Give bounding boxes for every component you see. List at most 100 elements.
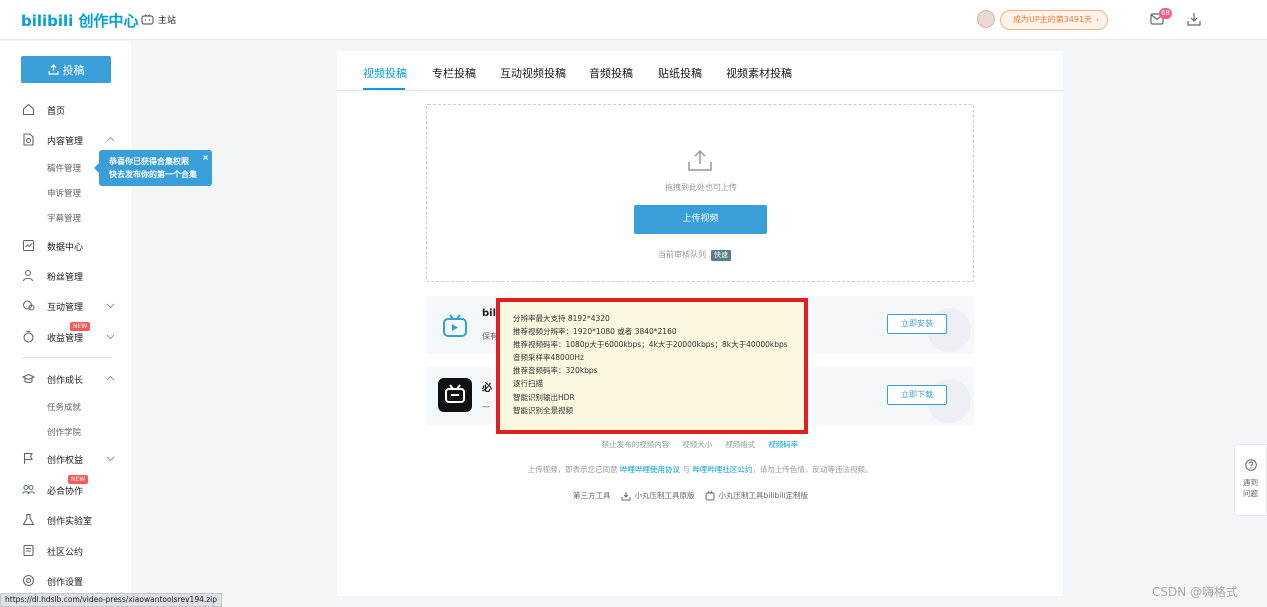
- sidebar-item-label: 互动管理: [47, 303, 84, 313]
- promo-desc: 一: [482, 403, 490, 412]
- bcut-tv-icon: [445, 384, 465, 403]
- sidebar-item-label: 创作设置: [47, 578, 84, 588]
- sidebar-item-convention[interactable]: 社区公约: [0, 539, 131, 561]
- document-icon: [23, 133, 34, 146]
- home-link-label: 主站: [158, 16, 177, 26]
- money-bag-icon: [23, 330, 34, 343]
- tooltip-line: 智能识别输出HDR: [513, 392, 575, 402]
- home-icon: [22, 103, 35, 116]
- link-video-bitrate[interactable]: 视频码率: [768, 439, 798, 450]
- tab-sticker[interactable]: 贴纸投稿: [658, 65, 702, 81]
- sidebar-item-home[interactable]: 首页: [0, 98, 131, 120]
- help-button[interactable]: 遇到 问题: [1234, 444, 1267, 516]
- flask-icon: [22, 513, 35, 526]
- link-video-size[interactable]: 视频大小: [682, 439, 712, 450]
- chevron-right-icon: ›: [1095, 15, 1099, 24]
- queue-status-badge: 快速: [711, 250, 731, 261]
- chevron-up-icon: [106, 136, 115, 142]
- tab-video-material[interactable]: 视频素材投稿: [726, 65, 792, 81]
- sidebar-divider: [22, 357, 112, 358]
- sidebar-item-rights[interactable]: 创作权益: [0, 447, 131, 469]
- close-icon[interactable]: ×: [202, 151, 209, 164]
- sidebar-item-settings[interactable]: 创作设置: [0, 569, 131, 591]
- promo-title: 必: [482, 383, 492, 394]
- browser-status-bar: https://dl.hdslb.com/video-press/xiaowan…: [0, 593, 223, 607]
- sidebar-item-label: 首页: [47, 107, 66, 117]
- help-label: 问题: [1243, 489, 1258, 498]
- sidebar-item-label: 收益管理: [47, 334, 84, 344]
- chart-icon: [22, 239, 35, 252]
- avatar[interactable]: [977, 10, 995, 28]
- review-queue: 当前审核队列 快速: [658, 249, 731, 261]
- upload-icon: [688, 149, 712, 171]
- notebook-icon: [23, 544, 34, 557]
- csdn-watermark: CSDN @嗨格式: [1152, 585, 1239, 599]
- download-icon[interactable]: [1187, 12, 1201, 26]
- sidebar-item-label: 创作实验室: [47, 517, 93, 527]
- active-tab-indicator: [363, 88, 405, 90]
- upload-video-button[interactable]: 上传视频: [634, 205, 767, 234]
- sidebar-item-fans[interactable]: 粉丝管理: [0, 264, 131, 286]
- drop-hint: 拖拽到此处也可上传: [665, 183, 737, 192]
- sidebar-item-data[interactable]: 数据中心: [0, 234, 131, 256]
- tip-line: 快去发布你的第一个合集: [109, 170, 197, 179]
- message-count-badge: 68: [1159, 8, 1172, 19]
- link-prohibited-content[interactable]: 禁止发布的视频内容: [602, 439, 670, 450]
- tab-interactive-video[interactable]: 互动视频投稿: [500, 65, 566, 81]
- tv-icon: [705, 490, 714, 500]
- tooltip-line: 智能识别全景视频: [513, 405, 573, 415]
- up-days-pill[interactable]: 成为UP主的第3491天 ›: [1000, 10, 1108, 30]
- upload-button[interactable]: 投稿: [21, 56, 111, 83]
- download-button[interactable]: 立即下载: [887, 385, 947, 405]
- sidebar-item-lab[interactable]: 创作实验室: [0, 508, 131, 530]
- review-queue-label: 当前审核队列: [658, 250, 706, 259]
- sidebar-sub-manuscripts[interactable]: 稿件管理: [47, 162, 81, 174]
- tab-audio[interactable]: 音频投稿: [589, 65, 633, 81]
- link-video-format[interactable]: 视频格式: [725, 439, 755, 450]
- sidebar-sub-tasks[interactable]: 任务成就: [47, 401, 81, 413]
- link-community-convention[interactable]: 哔哩哔哩社区公约: [692, 465, 752, 474]
- tip-line: 恭喜你已获得合集权限: [109, 157, 189, 166]
- collection-tip: 恭喜你已获得合集权限 快去发布你的第一个合集 ×: [94, 150, 212, 186]
- sidebar-item-content[interactable]: 内容管理: [0, 128, 131, 150]
- sidebar-item-revenue[interactable]: 收益管理 NEW: [0, 322, 131, 347]
- flag-icon: [23, 452, 33, 464]
- sidebar-sub-appeals[interactable]: 申诉管理: [47, 187, 81, 199]
- tooltip-line: 推荐视频码率：1080p大于6000kbps；4k大于20000kbps；8k大…: [513, 340, 788, 350]
- sidebar-item-interaction[interactable]: 互动管理: [0, 294, 131, 316]
- drop-zone[interactable]: 拖拽到此处也可上传 上传视频 当前审核队列 快速: [426, 104, 974, 282]
- user-icon: [22, 269, 34, 282]
- video-bitrate-tooltip: 分辨率最大支持 8192*4320 推荐视频分辨率：1920*1080 或者 3…: [496, 298, 808, 434]
- info-links: 禁止发布的视频内容 视频大小 视频格式 视频码率: [337, 439, 1063, 450]
- tv-icon: [141, 14, 154, 25]
- sidebar-item-label: 内容管理: [47, 137, 84, 147]
- sidebar-item-collab[interactable]: 必合协作 NEW: [0, 475, 131, 500]
- tool-xiaowan-original[interactable]: 小丸压制工具原版: [621, 490, 695, 501]
- sidebar-sub-academy[interactable]: 创作学院: [47, 426, 81, 438]
- chevron-down-icon: [106, 334, 115, 340]
- sidebar: 投稿 首页 内容管理 稿件管理 申诉管理 字幕管理 数据中心 粉丝管理 互动管理…: [0, 41, 131, 607]
- logo[interactable]: bilibili 创作中心: [21, 10, 139, 31]
- upload-button-label: 投稿: [62, 63, 85, 77]
- third-party-tools: 第三方工具 小丸压制工具原版 小丸压制工具bilibili定制版: [573, 490, 808, 501]
- graduation-cap-icon: [22, 373, 35, 384]
- install-button[interactable]: 立即安装: [887, 314, 947, 334]
- chevron-down-icon: [106, 456, 115, 462]
- link-usage-agreement[interactable]: 哔哩哔哩使用协议: [620, 465, 680, 474]
- tool-xiaowan-bilibili[interactable]: 小丸压制工具bilibili定制版: [705, 490, 808, 501]
- upload-icon: [47, 64, 59, 75]
- tab-article[interactable]: 专栏投稿: [432, 65, 476, 81]
- download-icon: [621, 491, 630, 500]
- users-icon: [22, 485, 35, 495]
- sidebar-item-label: 创作成长: [47, 376, 84, 386]
- sidebar-item-growth[interactable]: 创作成长: [0, 367, 131, 389]
- gear-icon: [22, 574, 35, 587]
- home-link[interactable]: 主站: [141, 13, 176, 26]
- upload-tabs: 视频投稿 专栏投稿 互动视频投稿 音频投稿 贴纸投稿 视频素材投稿: [337, 51, 1063, 91]
- agreement-mid: 与: [682, 465, 690, 474]
- top-bar: bilibili 创作中心 主站 成为UP主的第3491天 › 68: [0, 0, 1267, 40]
- tab-video[interactable]: 视频投稿: [363, 65, 407, 81]
- tooltip-line: 推荐音频码率：320kbps: [513, 366, 598, 376]
- tools-label: 第三方工具: [573, 491, 611, 500]
- sidebar-sub-subtitles[interactable]: 字幕管理: [47, 212, 81, 224]
